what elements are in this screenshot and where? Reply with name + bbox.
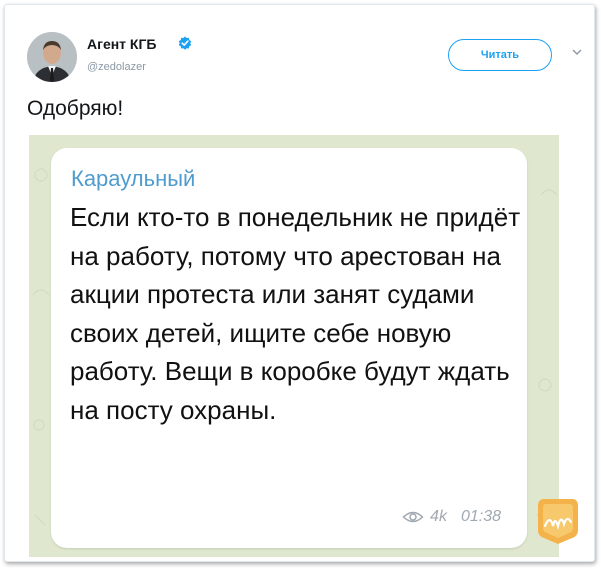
tweet-text: Одобряю! (27, 97, 124, 120)
tweet-card: Агент КГБ @zedolazer Читать Одобряю! Кар… (4, 4, 595, 562)
message-text: Если кто-то в понедельник не придёт на р… (70, 202, 521, 425)
author-handle[interactable]: @zedolazer (87, 61, 146, 73)
verified-badge-icon (178, 36, 192, 50)
tweet-media-screenshot[interactable]: Караульный Если кто-то в понедельник не … (29, 135, 559, 557)
message-bubble: Караульный Если кто-то в понедельник не … (51, 148, 527, 548)
eye-icon (402, 511, 424, 523)
message-author[interactable]: Караульный (71, 166, 195, 192)
message-meta: 4k 01:38 (402, 508, 501, 526)
follow-button[interactable]: Читать (448, 39, 552, 71)
author-avatar[interactable] (27, 32, 77, 82)
view-count: 4k (430, 508, 447, 525)
author-name[interactable]: Агент КГБ (87, 36, 156, 52)
chevron-down-icon[interactable] (570, 45, 584, 59)
site-watermark-logo (538, 499, 578, 544)
message-time: 01:38 (460, 508, 501, 525)
